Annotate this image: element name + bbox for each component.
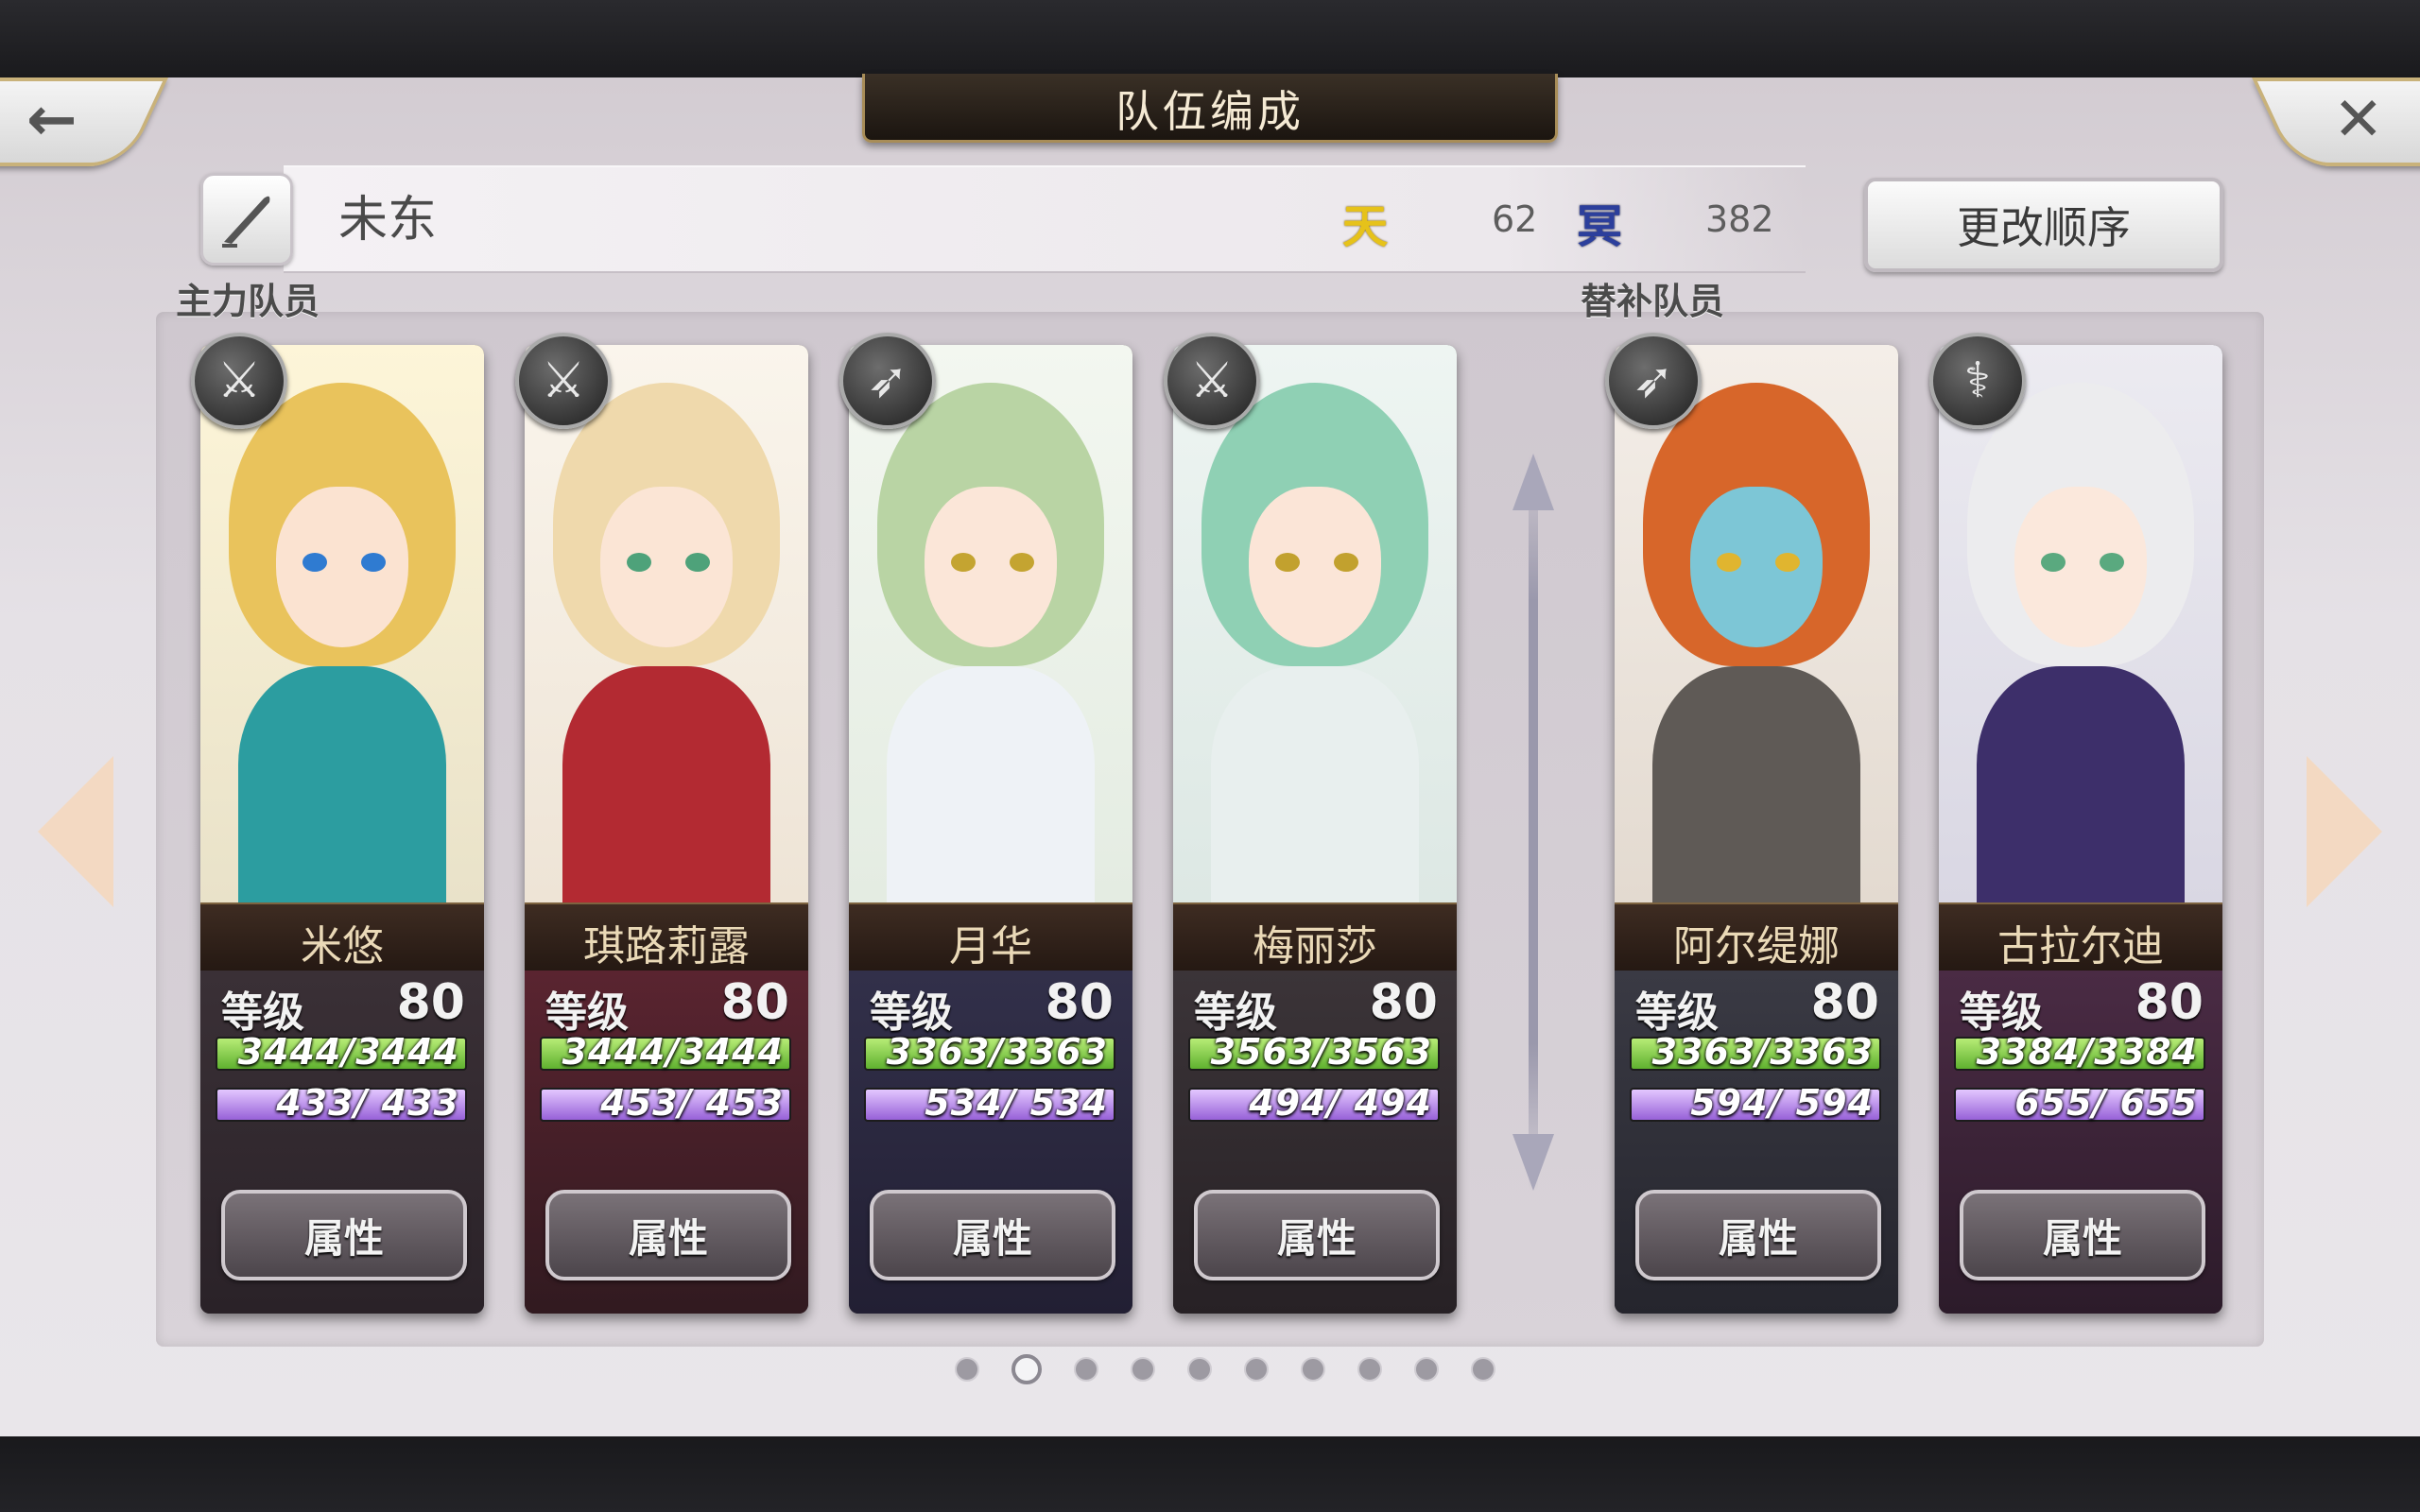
hp-value: 3363/3363	[1651, 1031, 1874, 1073]
bow-icon: ➶	[839, 333, 936, 429]
mp-bar: 453/ 453	[540, 1082, 791, 1124]
divider-top-icon	[1512, 454, 1554, 510]
level-value: 80	[1810, 974, 1879, 1031]
sword-icon: ⚔	[191, 333, 287, 429]
hp-value: 3444/3444	[562, 1031, 784, 1073]
mp-value: 594/ 594	[1690, 1082, 1874, 1124]
reserve-card[interactable]: 古拉尔迪 等级 80 3384/3384 655/ 655 属性	[1939, 345, 2222, 1314]
page-dot[interactable]	[1414, 1357, 1439, 1382]
level-value: 80	[720, 974, 789, 1031]
hp-value: 3444/3444	[237, 1031, 459, 1073]
main-members-label: 主力队员	[176, 281, 320, 322]
page-dot[interactable]	[1011, 1354, 1042, 1384]
hp-bar: 3444/3444	[216, 1031, 467, 1073]
attribute-button[interactable]: 属性	[221, 1190, 467, 1280]
staff-icon: ⚕	[1929, 333, 2026, 429]
team-name: 未东	[338, 192, 438, 249]
level-label: 等级	[1635, 988, 1719, 1037]
level-label: 等级	[545, 988, 629, 1037]
character-name: 米悠	[301, 922, 384, 971]
hp-value: 3563/3563	[1210, 1031, 1432, 1073]
page-dot[interactable]	[1074, 1357, 1098, 1382]
mp-bar: 655/ 655	[1954, 1082, 2205, 1124]
back-arrow-icon[interactable]: ←	[26, 85, 78, 155]
attribute-button[interactable]: 属性	[1194, 1190, 1440, 1280]
mp-value: 433/ 433	[276, 1082, 459, 1124]
level-label: 等级	[870, 988, 953, 1037]
underworld-icon: 冥	[1577, 200, 1623, 253]
mp-bar: 494/ 494	[1188, 1082, 1440, 1124]
reserve-card[interactable]: 阿尔缇娜 等级 80 3363/3363 594/ 594 属性	[1615, 345, 1898, 1314]
attribute-button[interactable]: 属性	[870, 1190, 1115, 1280]
page-dot[interactable]	[1357, 1357, 1382, 1382]
sword-icon: ⚔	[1164, 333, 1260, 429]
hp-value: 3384/3384	[1976, 1031, 2198, 1073]
level-label: 等级	[221, 988, 304, 1037]
sword-icon: ⚔	[515, 333, 612, 429]
member-card[interactable]: 米悠 等级 80 3444/3444 433/ 433 属性	[200, 345, 484, 1314]
page-indicator	[955, 1354, 1495, 1384]
mp-bar: 534/ 534	[864, 1082, 1115, 1124]
hp-bar: 3563/3563	[1188, 1031, 1440, 1073]
mp-bar: 594/ 594	[1630, 1082, 1881, 1124]
team-divider	[1529, 454, 1538, 1191]
heaven-icon: 天	[1342, 200, 1389, 253]
level-label: 等级	[1960, 988, 2043, 1037]
hp-bar: 3444/3444	[540, 1031, 791, 1073]
top-bar	[0, 0, 2420, 77]
level-value: 80	[1369, 974, 1438, 1031]
prev-page-arrow[interactable]	[38, 756, 113, 907]
mp-value: 534/ 534	[925, 1082, 1108, 1124]
heaven-value: 62	[1492, 198, 1538, 240]
character-name: 阿尔缇娜	[1673, 922, 1840, 971]
quill-icon	[222, 196, 270, 248]
character-name: 琪路莉露	[583, 922, 750, 971]
character-name: 梅丽莎	[1253, 922, 1377, 971]
attribute-button[interactable]: 属性	[1960, 1190, 2205, 1280]
hp-bar: 3363/3363	[1630, 1031, 1881, 1073]
level-value: 80	[1045, 974, 1114, 1031]
bottom-bar	[0, 1436, 2420, 1512]
mp-value: 453/ 453	[600, 1082, 784, 1124]
page-dot[interactable]	[1244, 1357, 1269, 1382]
mp-value: 494/ 494	[1249, 1082, 1432, 1124]
level-value: 80	[396, 974, 465, 1031]
reserve-members-label: 替补队员	[1581, 281, 1725, 322]
close-icon[interactable]: ✕	[2333, 85, 2384, 155]
page-dot[interactable]	[1471, 1357, 1495, 1382]
divider-bottom-icon	[1512, 1134, 1554, 1191]
underworld-value: 382	[1705, 198, 1774, 240]
bow-icon: ➶	[1605, 333, 1702, 429]
hp-bar: 3384/3384	[1954, 1031, 2205, 1073]
hp-bar: 3363/3363	[864, 1031, 1115, 1073]
member-card[interactable]: 琪路莉露 等级 80 3444/3444 453/ 453 属性	[525, 345, 808, 1314]
page-dot[interactable]	[955, 1357, 979, 1382]
member-card[interactable]: 梅丽莎 等级 80 3563/3563 494/ 494 属性	[1173, 345, 1457, 1314]
member-card[interactable]: 月华 等级 80 3363/3363 534/ 534 属性	[849, 345, 1132, 1314]
hp-value: 3363/3363	[886, 1031, 1108, 1073]
mp-bar: 433/ 433	[216, 1082, 467, 1124]
attribute-button[interactable]: 属性	[545, 1190, 791, 1280]
page-title: 队伍编成	[1115, 86, 1305, 137]
mp-value: 655/ 655	[2014, 1082, 2198, 1124]
attribute-button[interactable]: 属性	[1635, 1190, 1881, 1280]
page-dot[interactable]	[1301, 1357, 1325, 1382]
character-name: 月华	[949, 922, 1032, 971]
page-dot[interactable]	[1131, 1357, 1155, 1382]
reorder-button[interactable]: 更改顺序	[1864, 178, 2223, 272]
character-name: 古拉尔迪	[1997, 922, 2164, 971]
page-dot[interactable]	[1187, 1357, 1212, 1382]
next-page-arrow[interactable]	[2307, 756, 2382, 907]
title-plate: 队伍编成	[862, 74, 1558, 143]
level-label: 等级	[1194, 988, 1277, 1037]
level-value: 80	[2135, 974, 2204, 1031]
edit-name-button[interactable]	[200, 173, 293, 266]
